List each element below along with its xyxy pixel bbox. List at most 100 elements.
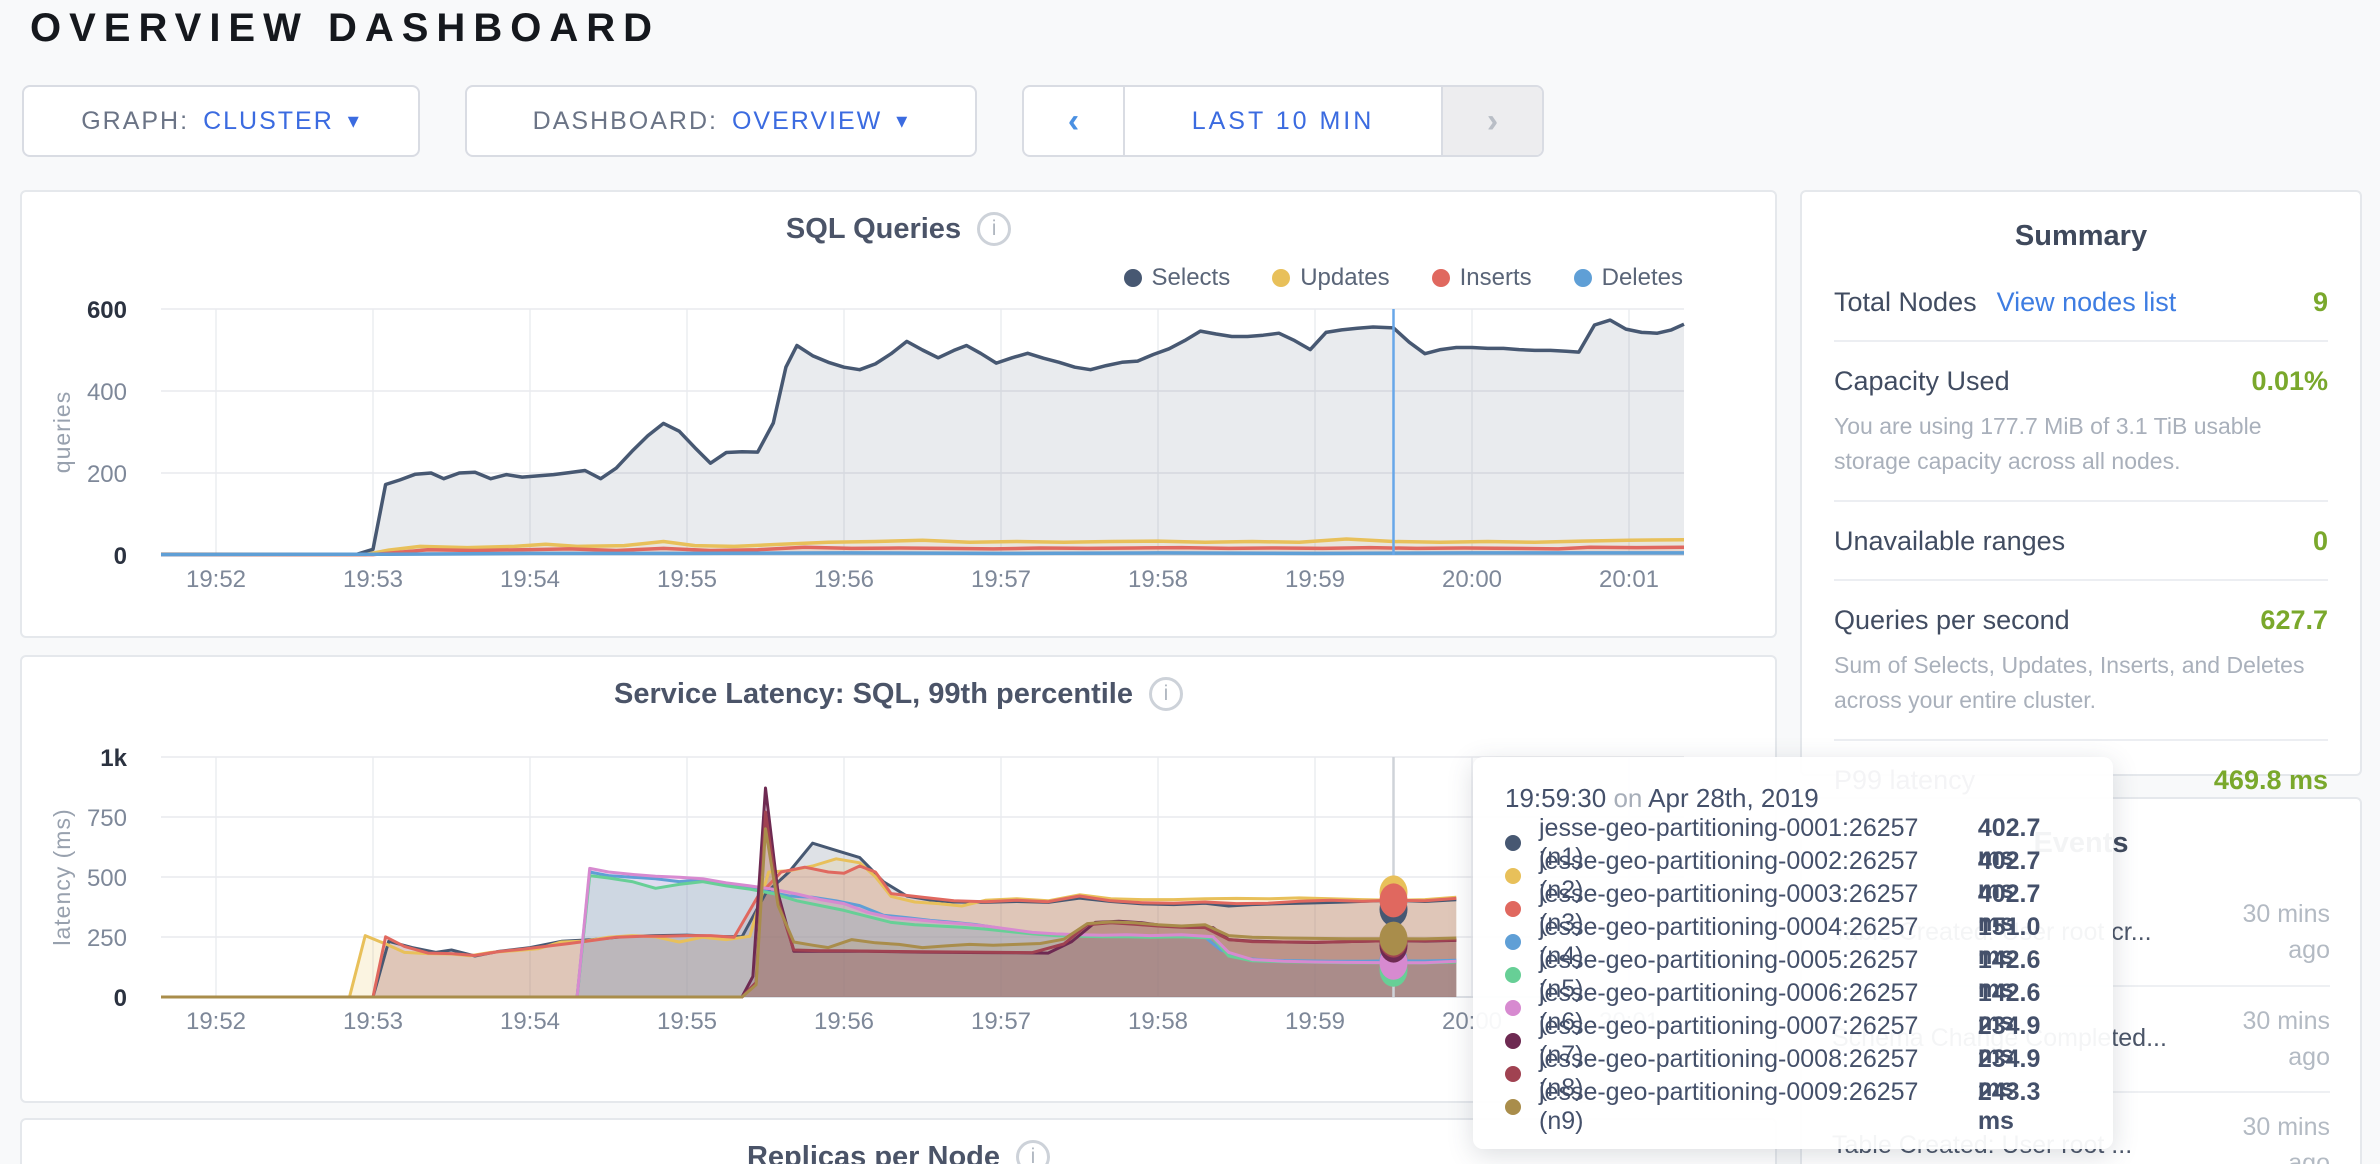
svg-text:19:54: 19:54: [500, 566, 560, 593]
node-color-dot-icon: [1505, 868, 1521, 884]
summary-row-qps: Queries per second 627.7 Sum of Selects,…: [1834, 579, 2328, 739]
capacity-used-value: 0.01%: [2251, 366, 2328, 397]
svg-text:1k: 1k: [100, 745, 127, 772]
page-title: OVERVIEW DASHBOARD: [30, 6, 660, 51]
tooltip-header: 19:59:30 on Apr 28th, 2019: [1505, 783, 2081, 814]
svg-text:19:53: 19:53: [343, 1008, 403, 1035]
service-latency-title: Service Latency: SQL, 99th percentile: [614, 678, 1133, 711]
svg-text:19:56: 19:56: [814, 566, 874, 593]
svg-text:600: 600: [87, 297, 127, 324]
inserts-legend-dot-icon: [1432, 269, 1450, 287]
node-color-dot-icon: [1505, 1000, 1521, 1016]
tooltip-node-value: 243.3 ms: [1978, 1078, 2081, 1136]
legend-label: Deletes: [1602, 264, 1683, 292]
p99-latency-value: 469.8 ms: [2214, 765, 2328, 796]
svg-text:19:57: 19:57: [971, 1008, 1031, 1035]
svg-text:19:52: 19:52: [186, 566, 246, 593]
summary-row-capacity: Capacity Used 0.01% You are using 177.7 …: [1834, 340, 2328, 500]
legend-label: Inserts: [1460, 264, 1532, 292]
time-window-range[interactable]: LAST 10 MIN: [1125, 87, 1441, 155]
legend-label: Selects: [1152, 264, 1231, 292]
replicas-title: Replicas per Node: [747, 1141, 1000, 1164]
chart-sql-svg: 19:52 19:53 19:54 19:55 19:56 19:57 19:58 19:59…: [22, 192, 1775, 636]
event-time: 30 mins ago: [2206, 896, 2330, 969]
time-window-prev-button[interactable]: [1024, 87, 1125, 155]
event-time: 30 mins ago: [2206, 1109, 2330, 1164]
tooltip-sep: on: [1613, 783, 1642, 813]
selects-legend-dot-icon: [1124, 269, 1142, 287]
sql-queries-card: 19:52 19:53 19:54 19:55 19:56 19:57 19:58 19:59…: [20, 190, 1777, 638]
svg-text:400: 400: [87, 379, 127, 406]
svg-text:200: 200: [87, 461, 127, 488]
svg-text:500: 500: [87, 865, 127, 892]
unavailable-ranges-value: 0: [2313, 526, 2328, 557]
node-color-dot-icon: [1505, 1099, 1521, 1115]
tooltip-rows: jesse-geo-partitioning-0001:26257 (n1)40…: [1505, 826, 2081, 1123]
node-color-dot-icon: [1505, 1033, 1521, 1049]
time-window-next-button[interactable]: [1441, 87, 1542, 155]
svg-text:20:00: 20:00: [1442, 566, 1502, 593]
svg-text:19:58: 19:58: [1128, 566, 1188, 593]
legend-item-selects[interactable]: Selects: [1124, 264, 1231, 292]
sql-queries-title-row: SQL Queries: [22, 212, 1775, 246]
info-icon[interactable]: [977, 212, 1011, 246]
view-nodes-list-link[interactable]: View nodes list: [1997, 287, 2177, 318]
summary-rows: Total Nodes View nodes list 9 Capacity U…: [1802, 253, 2360, 818]
legend-item-inserts[interactable]: Inserts: [1432, 264, 1532, 292]
graph-dropdown-value: CLUSTER: [203, 107, 334, 136]
node-color-dot-icon: [1505, 1066, 1521, 1082]
svg-text:queries: queries: [49, 391, 75, 473]
capacity-used-label: Capacity Used: [1834, 366, 2010, 397]
svg-text:19:52: 19:52: [186, 1008, 246, 1035]
info-icon[interactable]: [1149, 677, 1183, 711]
dashboard-controls: GRAPH: CLUSTER DASHBOARD: OVERVIEW LAST …: [22, 85, 1544, 157]
summary-heading: Summary: [1802, 192, 2360, 253]
service-latency-title-row: Service Latency: SQL, 99th percentile: [22, 677, 1775, 711]
sql-queries-legend: Selects Updates Inserts Deletes: [1124, 264, 1684, 292]
node-color-dot-icon: [1505, 901, 1521, 917]
sql-queries-title: SQL Queries: [786, 213, 961, 246]
time-window-selector: LAST 10 MIN: [1022, 85, 1544, 157]
dashboard-dropdown-value: OVERVIEW: [732, 107, 882, 136]
event-time: 30 mins ago: [2206, 1003, 2330, 1076]
node-color-dot-icon: [1505, 934, 1521, 950]
svg-text:19:58: 19:58: [1128, 1008, 1188, 1035]
legend-item-updates[interactable]: Updates: [1272, 264, 1389, 292]
dashboard-dropdown[interactable]: DASHBOARD: OVERVIEW: [465, 85, 977, 157]
svg-text:750: 750: [87, 805, 127, 832]
graph-dropdown[interactable]: GRAPH: CLUSTER: [22, 85, 420, 157]
unavailable-ranges-label: Unavailable ranges: [1834, 526, 2065, 557]
sql-queries-chart[interactable]: 19:52 19:53 19:54 19:55 19:56 19:57 19:58 19:59…: [22, 192, 1779, 640]
tooltip-time: 19:59:30: [1505, 783, 1606, 813]
tooltip-node-row: jesse-geo-partitioning-0009:26257 (n9)24…: [1505, 1090, 2081, 1123]
qps-value: 627.7: [2260, 605, 2328, 636]
total-nodes-value: 9: [2313, 287, 2328, 318]
svg-text:19:54: 19:54: [500, 1008, 560, 1035]
svg-text:19:56: 19:56: [814, 1008, 874, 1035]
svg-text:19:55: 19:55: [657, 566, 717, 593]
svg-text:20:01: 20:01: [1599, 566, 1659, 593]
svg-text:19:59: 19:59: [1285, 566, 1345, 593]
overview-dashboard-page: OVERVIEW DASHBOARD GRAPH: CLUSTER DASHBO…: [0, 0, 2380, 1164]
node-color-dot-icon: [1505, 967, 1521, 983]
updates-legend-dot-icon: [1272, 269, 1290, 287]
qps-label: Queries per second: [1834, 605, 2070, 636]
legend-item-deletes[interactable]: Deletes: [1574, 264, 1683, 292]
qps-desc: Sum of Selects, Updates, Inserts, and De…: [1834, 648, 2328, 717]
chevron-down-icon: [896, 108, 909, 134]
deletes-legend-dot-icon: [1574, 269, 1592, 287]
info-icon[interactable]: [1016, 1140, 1050, 1164]
capacity-used-desc: You are using 177.7 MiB of 3.1 TiB usabl…: [1834, 409, 2328, 478]
total-nodes-label: Total Nodes: [1834, 287, 1977, 318]
tooltip-node-name: jesse-geo-partitioning-0009:26257 (n9): [1539, 1078, 1960, 1136]
svg-text:19:55: 19:55: [657, 1008, 717, 1035]
legend-label: Updates: [1300, 264, 1389, 292]
svg-text:19:53: 19:53: [343, 566, 403, 593]
summary-row-total-nodes: Total Nodes View nodes list 9: [1834, 263, 2328, 340]
latency-hover-tooltip: 19:59:30 on Apr 28th, 2019 jesse-geo-par…: [1473, 757, 2113, 1149]
summary-panel: Summary Total Nodes View nodes list 9 Ca…: [1800, 190, 2362, 776]
svg-text:latency (ms): latency (ms): [49, 808, 75, 945]
svg-text:250: 250: [87, 925, 127, 952]
svg-text:19:57: 19:57: [971, 566, 1031, 593]
node-color-dot-icon: [1505, 835, 1521, 851]
